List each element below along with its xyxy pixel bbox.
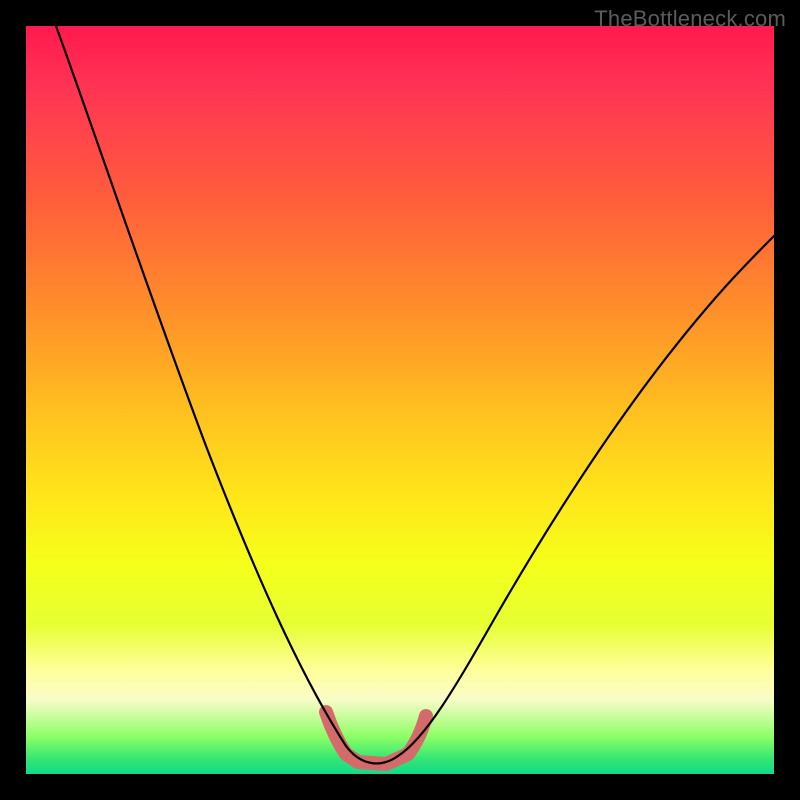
watermark-text: TheBottleneck.com (594, 6, 786, 32)
curve-layer (26, 26, 774, 774)
plot-area (26, 26, 774, 774)
bottleneck-curve (56, 26, 774, 763)
chart-frame: TheBottleneck.com (0, 0, 800, 800)
